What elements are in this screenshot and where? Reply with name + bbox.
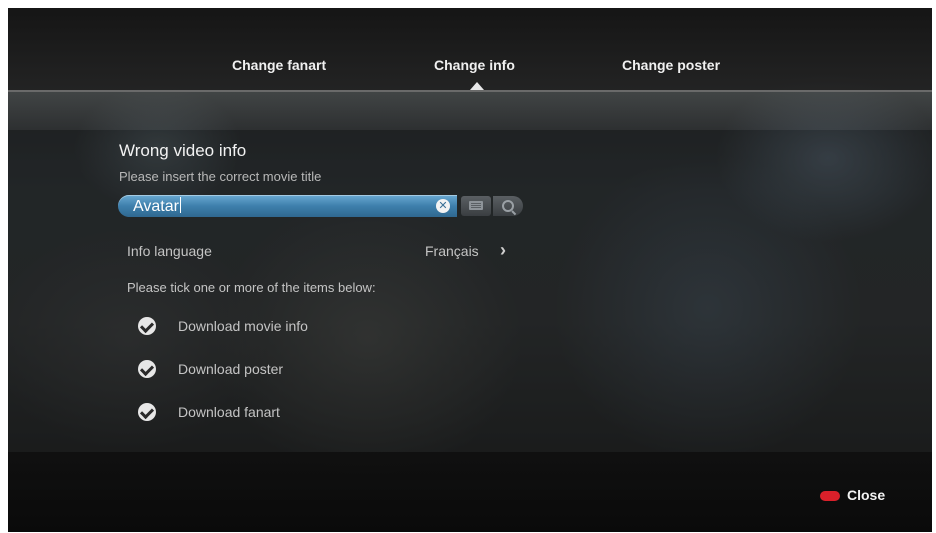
search-button[interactable] <box>493 196 523 216</box>
tab-change-fanart[interactable]: Change fanart <box>232 57 326 73</box>
keyboard-icon <box>469 201 483 210</box>
header-band <box>8 92 932 130</box>
checkmark-icon <box>138 317 156 335</box>
info-language-label: Info language <box>127 243 212 259</box>
clear-icon[interactable]: ✕ <box>436 199 450 213</box>
search-icon <box>502 200 514 212</box>
option-label: Download movie info <box>178 318 308 334</box>
option-label: Download poster <box>178 361 284 377</box>
chevron-right-icon[interactable]: › <box>500 240 506 261</box>
media-player-screen: Change fanart Change info Change poster … <box>8 8 932 532</box>
dialog-subtitle: Please insert the correct movie title <box>119 169 322 184</box>
tab-bar: Change fanart Change info Change poster <box>8 8 932 90</box>
footer-bar <box>8 452 932 532</box>
tab-change-info[interactable]: Change info <box>434 57 515 73</box>
active-tab-pointer <box>470 82 484 90</box>
text-caret <box>179 197 181 213</box>
info-language-value[interactable]: Français <box>425 243 479 259</box>
checkmark-icon <box>138 360 156 378</box>
instruction-text: Please tick one or more of the items bel… <box>127 280 376 295</box>
movie-title-value: Avatar <box>133 198 179 215</box>
close-button[interactable]: Close <box>847 487 885 503</box>
option-download-movie-info[interactable]: Download movie info <box>138 315 438 337</box>
option-label: Download fanart <box>178 404 280 420</box>
dialog-title: Wrong video info <box>119 141 247 160</box>
checkmark-icon <box>138 403 156 421</box>
keyboard-button[interactable] <box>461 196 491 216</box>
option-download-fanart[interactable]: Download fanart <box>138 401 438 423</box>
movie-title-input[interactable]: Avatar ✕ <box>118 195 457 217</box>
red-key-icon <box>820 491 840 501</box>
option-download-poster[interactable]: Download poster <box>138 358 438 380</box>
tab-change-poster[interactable]: Change poster <box>622 57 720 73</box>
